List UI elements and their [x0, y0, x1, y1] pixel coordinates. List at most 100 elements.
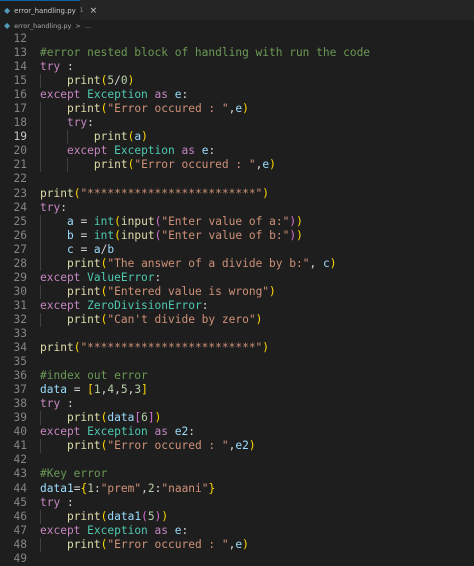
- code-line[interactable]: 46 print(data1(5)): [0, 509, 474, 524]
- code-token: :: [154, 270, 162, 284]
- code-token: 6: [141, 411, 148, 425]
- code-line[interactable]: 45 try :: [0, 496, 474, 510]
- code-token: except: [40, 88, 81, 102]
- code-text: try :: [40, 397, 74, 411]
- breadcrumb: ◆ error_handling.py > ...: [0, 20, 474, 32]
- code-line[interactable]: 37 data = [1,4,5,3]: [0, 383, 474, 397]
- code-text: b = int(input("Enter value of b:")): [40, 229, 303, 243]
- line-number: 39: [13, 411, 27, 425]
- code-line[interactable]: 27 c = a/b: [0, 242, 474, 257]
- code-line[interactable]: 15 print(5/0): [0, 74, 474, 89]
- tab-error-handling[interactable]: ◆ error_handling.py 1 ×: [0, 0, 97, 20]
- code-line[interactable]: 43 #Key error: [0, 467, 474, 481]
- code-text: except ZeroDivisionError:: [40, 299, 208, 313]
- code-token: print: [66, 509, 101, 523]
- code-text: except Exception as e2:: [40, 425, 195, 439]
- code-line[interactable]: 13 #error nested block of handling with r…: [0, 46, 474, 60]
- code-token: except: [66, 144, 108, 158]
- code-line[interactable]: 17 print("Error occured : ",e): [0, 102, 474, 117]
- code-line[interactable]: 26 b = int(input("Enter value of b:")): [0, 228, 474, 243]
- code-token: int: [93, 228, 115, 242]
- code-line[interactable]: 42: [0, 453, 474, 467]
- code-line[interactable]: 34 print("*************************"): [0, 341, 474, 355]
- code-text: #error nested block of handling with run…: [40, 46, 370, 60]
- line-number: 24: [13, 200, 27, 214]
- code-token: =: [73, 228, 94, 242]
- code-token: data: [107, 411, 135, 425]
- code-token: try: [40, 397, 61, 411]
- code-line[interactable]: 24 try:: [0, 201, 474, 215]
- line-number: 37: [13, 383, 27, 397]
- code-line[interactable]: 44 data1={1:"prem",2:"naani"}: [0, 482, 474, 496]
- code-line[interactable]: 32 print("Can't divide by zero"): [0, 312, 474, 327]
- line-number: 40: [13, 425, 27, 439]
- line-number: 14: [13, 60, 27, 74]
- code-line[interactable]: 12: [0, 32, 474, 46]
- code-line[interactable]: 35: [0, 355, 474, 369]
- code-token: "Enter value of a:": [161, 214, 290, 228]
- code-line[interactable]: 38 try :: [0, 397, 474, 411]
- code-line[interactable]: 14 try :: [0, 60, 474, 74]
- code-line[interactable]: 25 a = int(input("Enter value of a:")): [0, 214, 474, 229]
- code-line[interactable]: 23 print("*************************"): [0, 187, 474, 201]
- code-line[interactable]: 31 except ZeroDivisionError:: [0, 299, 474, 313]
- code-line[interactable]: 40 except Exception as e2:: [0, 425, 474, 439]
- code-text: print("The answer of a divide by b:", c): [40, 256, 337, 271]
- code-token: "Error occured : ": [107, 102, 229, 116]
- code-token: ): [269, 158, 276, 172]
- code-line[interactable]: 18 try:: [0, 116, 474, 131]
- code-text: except ValueError:: [40, 271, 161, 285]
- code-line[interactable]: 29 except ValueError:: [0, 271, 474, 285]
- code-token: as: [154, 88, 169, 102]
- code-text: except Exception as e:: [40, 144, 215, 158]
- code-line[interactable]: 36 #index out error: [0, 369, 474, 383]
- code-line[interactable]: 16 except Exception as e:: [0, 88, 474, 102]
- code-line[interactable]: 48 print("Error occured : ",e): [0, 537, 474, 552]
- code-token: #error nested block of handling with run…: [40, 46, 371, 60]
- code-line[interactable]: 41 print("Error occured : ",e2): [0, 439, 474, 454]
- code-token: :: [201, 298, 209, 312]
- code-token: "Entered value is wrong": [107, 284, 270, 298]
- code-token: c: [322, 256, 330, 270]
- code-token: "*************************": [80, 186, 263, 200]
- line-number: 31: [13, 298, 27, 312]
- code-line[interactable]: 28 print("The answer of a divide by b:",…: [0, 256, 474, 271]
- code-token: =: [73, 242, 94, 256]
- code-token: [: [87, 383, 94, 397]
- code-line[interactable]: 21 print("Error occured : ",e): [0, 158, 474, 173]
- code-token: "*************************": [80, 341, 263, 355]
- code-line[interactable]: 47 except Exception as e:: [0, 524, 474, 538]
- code-token: 0: [120, 74, 128, 88]
- line-number: 23: [13, 186, 27, 200]
- code-line[interactable]: 49: [0, 552, 474, 566]
- line-number: 26: [13, 228, 27, 242]
- close-icon[interactable]: ×: [90, 6, 98, 16]
- code-line[interactable]: 33: [0, 327, 474, 341]
- tab-modified-indicator: 1: [79, 7, 84, 14]
- code-token: ): [296, 228, 303, 242]
- code-token: ): [262, 341, 270, 355]
- code-text: data = [1,4,5,3]: [40, 383, 148, 397]
- code-token: ): [269, 284, 276, 298]
- line-number: 25: [13, 214, 27, 228]
- breadcrumb-file[interactable]: error_handling.py: [14, 22, 71, 30]
- code-line[interactable]: 22: [0, 172, 474, 186]
- code-token: print: [66, 439, 101, 453]
- code-token: print: [66, 537, 101, 551]
- code-line[interactable]: 20 except Exception as e:: [0, 144, 474, 159]
- code-line[interactable]: 39 print(data[6]): [0, 411, 474, 426]
- code-line[interactable]: 19 print(a): [0, 130, 474, 145]
- line-number: 20: [13, 144, 27, 158]
- tab-label: error_handling.py: [14, 6, 76, 15]
- line-number: 28: [13, 256, 27, 270]
- code-text: c = a/b: [40, 243, 114, 257]
- python-file-icon: ◆: [4, 21, 11, 30]
- code-line[interactable]: 30 print("Entered value is wrong"): [0, 284, 474, 299]
- breadcrumb-symbol[interactable]: ...: [85, 22, 91, 30]
- code-editor[interactable]: 12 13 #error nested block of handling with…: [0, 32, 474, 566]
- code-token: data1: [107, 509, 142, 523]
